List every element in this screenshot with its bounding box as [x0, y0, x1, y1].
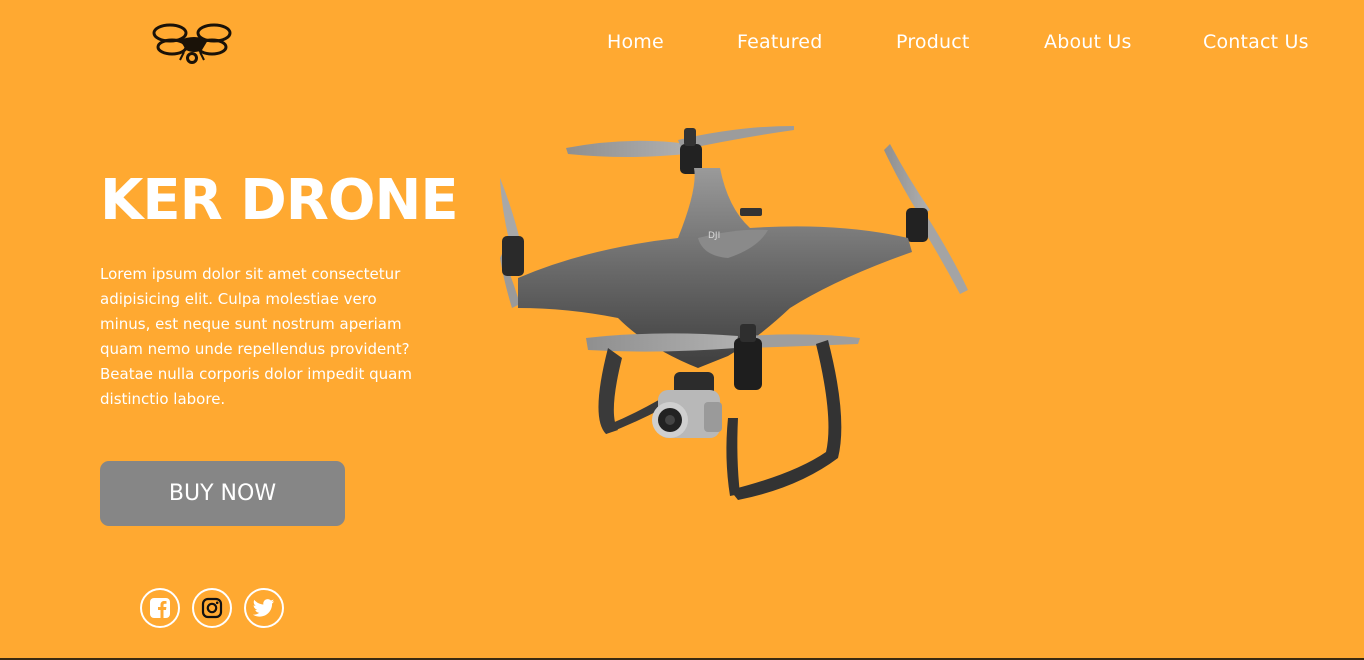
nav-contact-link[interactable]: Contact Us — [1203, 31, 1309, 53]
twitter-icon[interactable] — [244, 588, 284, 628]
hero-description: Lorem ipsum dolor sit amet consectetur a… — [100, 265, 412, 408]
main-nav: Home Featured Product About Us Contact U… — [0, 31, 1364, 59]
nav-featured-link[interactable]: Featured — [737, 31, 822, 53]
nav-home-link[interactable]: Home — [607, 31, 664, 53]
svg-text:DJI: DJI — [708, 231, 720, 241]
buy-now-button[interactable]: BUY NOW — [100, 461, 345, 526]
facebook-icon[interactable] — [140, 588, 180, 628]
instagram-icon[interactable] — [192, 588, 232, 628]
nav-about-link[interactable]: About Us — [1044, 31, 1132, 53]
drone-image: DJI — [498, 118, 973, 510]
hero-title: KER DRONE — [100, 168, 459, 233]
nav-product-link[interactable]: Product — [896, 31, 970, 53]
